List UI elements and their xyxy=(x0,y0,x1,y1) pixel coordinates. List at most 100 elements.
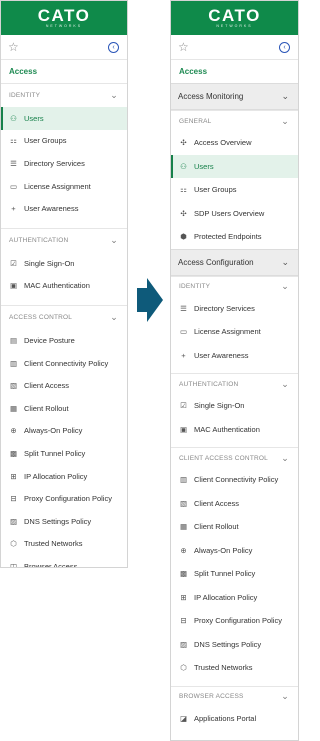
nav-item-label: User Groups xyxy=(24,136,67,146)
section-identity[interactable]: IDENTITY ⌄ xyxy=(171,275,298,297)
nav-item-ip-allocation-policy[interactable]: ⊞ IP Allocation Policy xyxy=(171,586,298,610)
checkbox-icon: ☑ xyxy=(180,401,187,411)
section-identity[interactable]: IDENTITY ⌄ xyxy=(1,83,127,107)
nav-item-label: Directory Services xyxy=(24,158,85,168)
nav-item-sdp-users-overview[interactable]: ✣ SDP Users Overview xyxy=(171,202,298,226)
nav-item-label: Client Connectivity Policy xyxy=(24,358,109,368)
nav-item-directory-services[interactable]: ☰ Directory Services xyxy=(1,152,127,175)
client-access-icon: ▧ xyxy=(9,381,18,391)
nav-item-label: Client Access xyxy=(24,381,70,391)
nav-item-browser-access[interactable]: ◫ Browser Access xyxy=(1,555,127,567)
nav-item-license-assignment[interactable]: ▭ License Assignment xyxy=(171,320,298,344)
nav-item-always-on-policy[interactable]: ⊕ Always-On Policy xyxy=(171,539,298,563)
chevron-down-icon: ⌄ xyxy=(281,452,289,463)
chevron-down-icon: ⌄ xyxy=(110,90,118,100)
nav-item-user-awareness[interactable]: + User Awareness xyxy=(171,344,298,368)
section-authentication[interactable]: AUTHENTICATION ⌄ xyxy=(171,373,298,394)
logo-subtitle: NETWORKS xyxy=(45,23,83,28)
nav-item-label: Access Overview xyxy=(194,138,252,148)
section-access-control[interactable]: ACCESS CONTROL ⌄ xyxy=(1,305,127,329)
chevron-down-icon: ⌄ xyxy=(110,312,118,323)
nav-item-license-assignment[interactable]: ▭ License Assignment xyxy=(1,175,127,198)
nav-item-users[interactable]: ⚇ Users xyxy=(1,107,127,130)
nav-item-directory-services[interactable]: ☰ Directory Services xyxy=(171,297,298,321)
nav-item-client-rollout[interactable]: ▦ Client Rollout xyxy=(1,397,127,420)
access-monitoring-category[interactable]: Access Monitoring ⌄ xyxy=(171,83,298,110)
nav-item-label: Always-On Policy xyxy=(24,426,83,436)
nav-item-access-overview[interactable]: ✣ Access Overview xyxy=(171,131,298,155)
nav-item-user-awareness[interactable]: + User Awareness xyxy=(1,197,127,220)
grid-icon: ▩ xyxy=(9,448,18,458)
user-groups-icon: ⚏ xyxy=(180,185,187,195)
access-configuration-category[interactable]: Access Configuration ⌄ xyxy=(171,248,298,276)
nav-item-label: Client Rollout xyxy=(24,403,69,413)
star-icon[interactable]: ☆ xyxy=(178,40,189,54)
device-icon: ▤ xyxy=(9,335,18,345)
nav-item-split-tunnel-policy[interactable]: ▩ Split Tunnel Policy xyxy=(171,562,298,586)
user-groups-icon: ⚏ xyxy=(10,136,17,146)
nav-item-client-access[interactable]: ▧ Client Access xyxy=(1,374,127,397)
section-browser-access[interactable]: BROWSER ACCESS ⌄ xyxy=(171,685,298,707)
section-general[interactable]: GENERAL ⌄ xyxy=(171,110,298,131)
nav-item-label: License Assignment xyxy=(194,327,261,337)
cato-logo: CATO NETWORKS xyxy=(171,1,298,35)
nav-item-protected-endpoints[interactable]: ⬢ Protected Endpoints xyxy=(171,225,298,249)
nav-item-mac-authentication[interactable]: ▣ MAC Authentication xyxy=(171,418,298,442)
proxy-icon: ⊟ xyxy=(10,494,17,504)
section-authentication[interactable]: AUTHENTICATION ⌄ xyxy=(1,227,127,252)
nav-item-client-connectivity-policy[interactable]: ▥ Client Connectivity Policy xyxy=(171,468,298,492)
section-label: ACCESS CONTROL xyxy=(9,314,73,322)
chevron-left-circle-icon[interactable]: ‹ xyxy=(108,41,119,53)
star-icon[interactable]: ☆ xyxy=(8,40,19,54)
nav-item-single-sign-on[interactable]: ☑ Single Sign-On xyxy=(1,252,127,275)
dns-icon: ▨ xyxy=(9,516,18,526)
trusted-icon: ⬡ xyxy=(180,663,187,673)
nav-item-device-posture[interactable]: ▤ Device Posture xyxy=(1,329,127,352)
section-label: BROWSER ACCESS xyxy=(179,693,244,700)
nav-item-single-sign-on[interactable]: ☑ Single Sign-On xyxy=(171,394,298,418)
nav-item-label: Proxy Configuration Policy xyxy=(194,616,282,626)
nav-item-client-rollout[interactable]: ▦ Client Rollout xyxy=(171,515,298,539)
directory-icon: ☰ xyxy=(180,303,187,313)
nav-item-dns-settings-policy[interactable]: ▨ DNS Settings Policy xyxy=(1,510,127,533)
section-label: CLIENT ACCESS CONTROL xyxy=(179,454,268,462)
nav-item-client-access[interactable]: ▧ Client Access xyxy=(171,492,298,516)
right-arrow-icon xyxy=(137,278,163,322)
nav-item-mac-authentication[interactable]: ▣ MAC Authentication xyxy=(1,275,127,298)
nav-item-label: DNS Settings Policy xyxy=(194,639,262,649)
nav-item-users[interactable]: ⚇ Users xyxy=(171,154,298,178)
nav-item-split-tunnel-policy[interactable]: ▩ Split Tunnel Policy xyxy=(1,442,127,465)
nav-item-label: Trusted Networks xyxy=(194,663,253,673)
nav-item-client-connectivity-policy[interactable]: ▥ Client Connectivity Policy xyxy=(1,352,127,375)
chevron-left-circle-icon[interactable]: ‹ xyxy=(279,41,290,53)
nav-item-label: Protected Endpoints xyxy=(194,232,262,242)
client-access-icon: ▧ xyxy=(179,498,188,508)
nav-top-row: ☆ ‹ xyxy=(171,35,298,60)
nav-item-trusted-networks[interactable]: ⬡ Trusted Networks xyxy=(1,533,127,556)
nav-item-dns-settings-policy[interactable]: ▨ DNS Settings Policy xyxy=(171,633,298,657)
user-icon: ⚇ xyxy=(10,113,17,123)
nav-item-trusted-networks[interactable]: ⬡ Trusted Networks xyxy=(171,656,298,680)
nav-item-label: Users xyxy=(194,161,214,171)
nav-item-proxy-configuration-policy[interactable]: ⊟ Proxy Configuration Policy xyxy=(1,487,127,510)
left-nav-list: IDENTITY ⌄ ⚇ Users ⚏ User Groups ☰ Directory Se… xyxy=(1,83,127,567)
nav-item-user-groups[interactable]: ⚏ User Groups xyxy=(1,130,127,153)
nav-item-proxy-configuration-policy[interactable]: ⊟ Proxy Configuration Policy xyxy=(171,609,298,633)
section-client-access-control[interactable]: CLIENT ACCESS CONTROL ⌄ xyxy=(171,447,298,468)
trusted-icon: ⬡ xyxy=(10,539,17,549)
chevron-down-icon: ⌄ xyxy=(281,256,289,267)
access-configuration-label: Access Configuration xyxy=(178,257,254,267)
nav-item-label: License Assignment xyxy=(24,181,91,191)
nav-item-ip-allocation-policy[interactable]: ⊞ IP Allocation Policy xyxy=(1,465,127,488)
nav-item-label: Users xyxy=(24,113,44,123)
mac-icon: ▣ xyxy=(9,281,18,291)
nav-item-user-groups[interactable]: ⚏ User Groups xyxy=(171,178,298,202)
section-label: GENERAL xyxy=(179,117,212,125)
nav-item-label: IP Allocation Policy xyxy=(24,471,88,481)
nav-item-label: Client Rollout xyxy=(194,522,239,532)
nav-item-always-on-policy[interactable]: ⊕ Always-On Policy xyxy=(1,420,127,443)
nav-item-applications-portal[interactable]: ◪ Applications Portal xyxy=(171,707,298,731)
plus-icon: + xyxy=(11,204,16,214)
proxy-icon: ⊟ xyxy=(180,616,187,626)
